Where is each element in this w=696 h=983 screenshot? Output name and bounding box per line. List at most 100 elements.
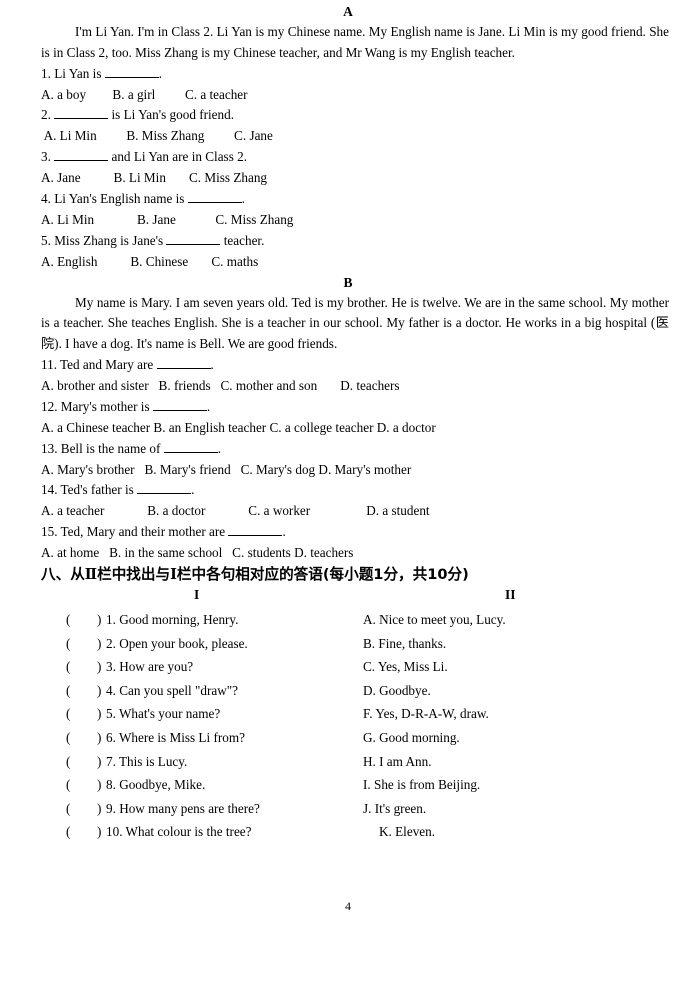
question-1-options: A. a boy B. a girl C. a teacher (41, 86, 248, 102)
question-15-stem: 15. Ted, Mary and their mother are . (0, 522, 696, 543)
answer-blank (156, 357, 211, 370)
match-row: ( ) 2. Open your book, please. B. Fine, … (0, 632, 696, 656)
match-right-item: H. I am Ann. (363, 753, 432, 769)
paren-close[interactable]: ) (97, 702, 101, 726)
question-3-stem-after: and Li Yan are in Class 2. (108, 149, 248, 165)
question-14-stem-after: . (191, 482, 195, 498)
page-content: A I'm Li Yan. I'm in Class 2. Li Yan is … (0, 0, 696, 844)
question-14-stem: 14. Ted's father is . (0, 480, 696, 501)
heading-part-3: 栏中各句相对应的答语(每小题1分，共10分) (176, 566, 469, 584)
paren-open: ( (66, 659, 71, 675)
passage-b: My name is Mary. I am seven years old. T… (41, 294, 669, 352)
answer-blank (187, 191, 242, 204)
question-2-stem-after: is Li Yan's good friend. (108, 107, 235, 123)
paren-close[interactable]: ) (97, 797, 101, 821)
match-right-item: I. She is from Beijing. (363, 777, 481, 793)
paren-close[interactable]: ) (97, 726, 101, 750)
question-3-options: A. Jane B. Li Min C. Miss Zhang (41, 170, 268, 186)
heading-part-1: 八、从 (41, 566, 85, 584)
paren-open: ( (66, 706, 71, 722)
question-2-options: A. Li Min B. Miss Zhang C. Jane (41, 128, 273, 144)
answer-blank (137, 483, 192, 495)
match-left-item: 8. Goodbye, Mike. (106, 777, 206, 793)
answer-blank (54, 108, 109, 120)
section-letter-a: A (343, 4, 353, 19)
match-row: ( ) 8. Goodbye, Mike. I. She is from Bei… (0, 773, 696, 797)
match-left-item: 4. Can you spell "draw"? (106, 682, 238, 698)
heading-part-2: 栏中找出与 (97, 566, 171, 584)
paren-close[interactable]: ) (97, 608, 101, 632)
question-11-stem-before: 11. Ted and Mary are (41, 357, 157, 373)
question-11-stem-after: . (210, 357, 214, 373)
question-5-stem-before: 5. Miss Zhang is Jane's (41, 232, 167, 248)
passage-a: I'm Li Yan. I'm in Class 2. Li Yan is my… (41, 24, 669, 60)
question-12-stem: 12. Mary's mother is . (0, 397, 696, 418)
question-12-stem-after: . (206, 398, 211, 414)
match-right-item: A. Nice to meet you, Lucy. (363, 612, 506, 628)
match-left-item: 6. Where is Miss Li from? (106, 730, 245, 746)
match-row: ( ) 6. Where is Miss Li from? G. Good mo… (0, 726, 696, 750)
column-header-right: II (505, 587, 516, 603)
question-15-stem-after: . (282, 524, 286, 540)
question-3-stem: 3. and Li Yan are in Class 2. (0, 147, 696, 168)
paren-open: ( (66, 824, 71, 840)
page-number: 4 (345, 899, 351, 913)
paren-open: ( (66, 730, 71, 746)
heading-roman-1: Ⅰ (170, 567, 177, 584)
paren-open: ( (66, 777, 71, 793)
paren-close[interactable]: ) (97, 679, 101, 703)
question-1-stem-before: 1. Li Yan is (41, 65, 105, 81)
paren-close[interactable]: ) (97, 820, 101, 844)
question-3-stem-before: 3. (41, 149, 55, 165)
question-14-stem-before: 14. Ted's father is (41, 482, 138, 498)
paren-open: ( (66, 635, 71, 651)
match-row: ( ) 10. What colour is the tree? K. Elev… (0, 820, 696, 844)
paren-close[interactable]: ) (97, 632, 101, 656)
paren-open: ( (66, 612, 71, 628)
match-left-item: 3. How are you? (106, 659, 194, 675)
match-right-item: D. Goodbye. (363, 682, 431, 698)
match-row: ( ) 9. How many pens are there? J. It's … (0, 797, 696, 821)
match-left-item: 5. What's your name? (106, 706, 221, 722)
paren-close[interactable]: ) (97, 750, 101, 774)
match-left-item: 9. How many pens are there? (106, 800, 260, 816)
question-13-options: A. Mary's brother B. Mary's friend C. Ma… (41, 461, 412, 477)
question-12-stem-before: 12. Mary's mother is (41, 398, 153, 414)
match-row: ( ) 3. How are you? C. Yes, Miss Li. (0, 655, 696, 679)
question-1-stem: 1. Li Yan is . (0, 64, 696, 85)
answer-blank (152, 399, 207, 411)
section-letter-b: B (343, 274, 353, 290)
match-left-item: 10. What colour is the tree? (106, 824, 252, 840)
match-left-item: 2. Open your book, please. (106, 635, 248, 651)
question-13-stem-after: . (217, 440, 221, 456)
column-header-left: I (194, 587, 200, 603)
question-5-stem: 5. Miss Zhang is Jane's teacher. (0, 231, 696, 252)
matching-column-headers: I II (0, 586, 696, 608)
answer-blank (163, 441, 218, 453)
question-1-stem-after: . (158, 65, 163, 81)
paren-open: ( (66, 753, 71, 769)
paren-close[interactable]: ) (97, 773, 101, 797)
match-right-item: K. Eleven. (379, 824, 436, 840)
matching-exercise-heading: 八、从Ⅱ栏中找出与Ⅰ栏中各句相对应的答语(每小题1分，共10分) (0, 564, 696, 586)
answer-blank (166, 233, 221, 245)
answer-blank (104, 66, 159, 78)
exam-page: A I'm Li Yan. I'm in Class 2. Li Yan is … (0, 0, 696, 983)
paren-close[interactable]: ) (97, 655, 101, 679)
question-11-options: A. brother and sister B. friends C. moth… (41, 377, 400, 393)
match-left-item: 7. This is Lucy. (106, 753, 188, 769)
answer-blank (54, 149, 109, 162)
match-right-item: J. It's green. (363, 800, 427, 816)
match-row: ( ) 4. Can you spell "draw"? D. Goodbye. (0, 679, 696, 703)
match-row: ( ) 7. This is Lucy. H. I am Ann. (0, 750, 696, 774)
question-12-options: A. a Chinese teacher B. an English teach… (41, 419, 436, 435)
question-2-stem: 2. is Li Yan's good friend. (0, 105, 696, 126)
question-4-stem-before: 4. Li Yan's English name is (41, 191, 188, 207)
question-14-options: A. a teacher B. a doctor C. a worker D. … (41, 503, 430, 519)
match-right-item: C. Yes, Miss Li. (363, 659, 448, 675)
question-4-stem-after: . (241, 191, 246, 207)
question-13-stem: 13. Bell is the name of . (0, 439, 696, 460)
question-13-stem-before: 13. Bell is the name of (41, 440, 164, 456)
question-4-options: A. Li Min B. Jane C. Miss Zhang (41, 211, 294, 227)
answer-blank (228, 524, 283, 537)
